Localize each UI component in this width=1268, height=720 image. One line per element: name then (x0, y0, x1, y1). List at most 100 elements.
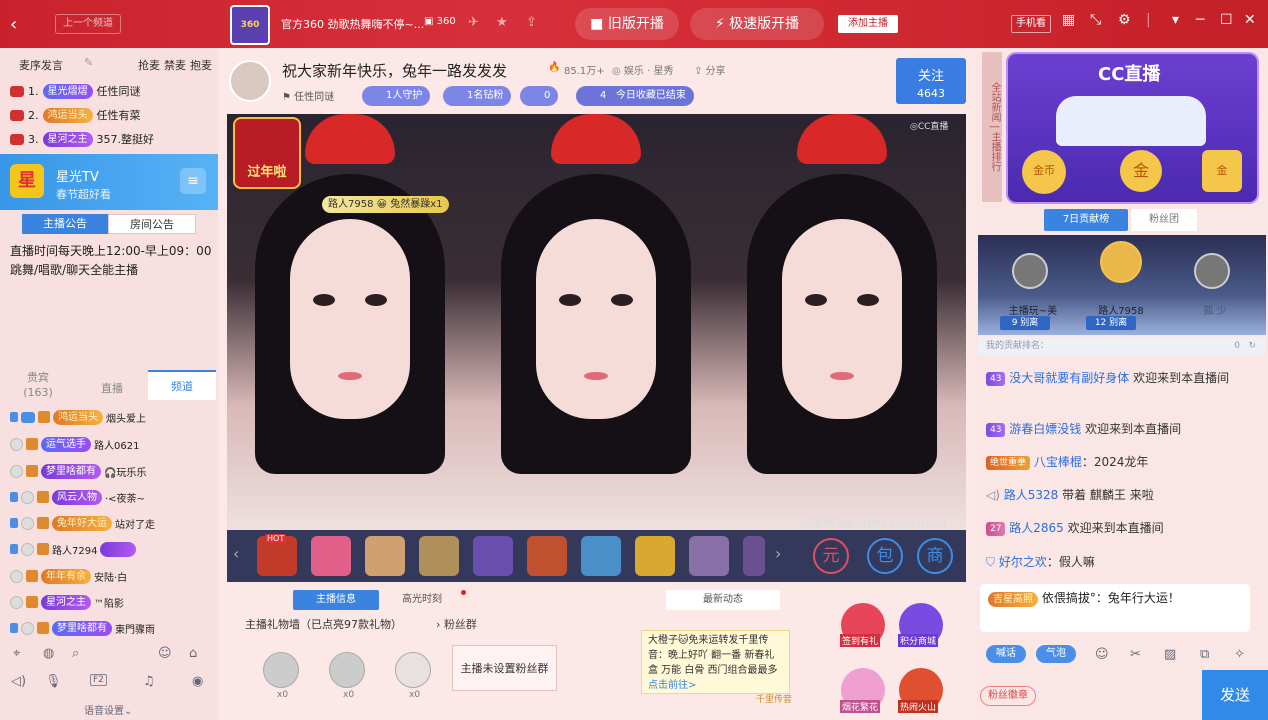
close-button[interactable]: ✕ (1244, 12, 1256, 28)
grab-mic-tab[interactable]: 抢麦 (138, 57, 160, 73)
send-button[interactable]: 发送 (1202, 670, 1268, 720)
viewer-row[interactable]: 鸿运当头 烟头爱上 (10, 406, 146, 428)
gift-item[interactable]: HOT (257, 534, 297, 576)
mic-rank-item[interactable]: 2. 鸿运当头 任性有菜 (10, 104, 141, 126)
voice-setting-button[interactable]: 语音设置⌄ (84, 702, 132, 717)
old-stream-button[interactable]: ■ 旧版开播 (575, 8, 679, 40)
news-link[interactable]: 点击前往> (648, 680, 696, 691)
shrink-icon[interactable]: ⤡ (1090, 12, 1101, 28)
mic-settings-icon[interactable]: ✎ (84, 56, 93, 69)
gift-item[interactable] (581, 536, 621, 576)
tab-channel[interactable]: 频道 (148, 370, 216, 400)
settings-icon[interactable]: ⚙ (1118, 12, 1131, 28)
ban-mic-tab[interactable]: 禁麦 (164, 57, 186, 73)
chat-message[interactable]: 43 游春白嫖没钱 欢迎来到本直播间 (986, 421, 1242, 438)
gift-item[interactable] (527, 536, 567, 576)
dropdown-icon[interactable]: ▾ (1172, 12, 1179, 28)
copy-icon[interactable]: ⧉ (1200, 647, 1209, 662)
f2-key-icon[interactable]: F2 (90, 674, 107, 686)
viewer-row[interactable]: 年年有余 安陆·白 (10, 565, 127, 587)
chat-message[interactable]: ⛉ 好尔之欢：假人嘛 (986, 554, 1242, 571)
gift-item[interactable] (689, 536, 729, 576)
speaker-icon[interactable]: ◁) (11, 674, 26, 689)
mic-order-tab[interactable]: 麦序发言 (19, 57, 63, 73)
image-icon[interactable]: ▨ (1164, 647, 1176, 662)
tab-vip[interactable]: 贵宾 (163) (18, 370, 58, 400)
tab-latest[interactable]: 最新动态 (666, 590, 780, 610)
back-icon[interactable]: ‹ (10, 14, 17, 35)
gift-wall-item[interactable] (395, 652, 431, 688)
bag-button[interactable]: 包 (867, 538, 903, 574)
rank1-avatar[interactable] (1100, 241, 1142, 283)
tab-7day-rank[interactable]: 7日贡献榜 (1044, 209, 1128, 231)
news-sidebar[interactable]: 全站新闻 | 主播排行 (982, 52, 1002, 202)
share-button[interactable]: ⇪ 分享 (694, 62, 726, 77)
next-gift-icon[interactable]: › (775, 544, 781, 563)
gift-wall-item[interactable] (263, 652, 299, 688)
viewer-row[interactable]: 梦里啥都有 東門骤雨 (10, 617, 155, 639)
fans-chip[interactable]: 0 (520, 86, 559, 106)
tab-highlight[interactable]: 高光时刻 (384, 590, 460, 610)
fast-stream-button[interactable]: ⚡ 极速版开播 (690, 8, 824, 40)
record-icon[interactable]: ◉ (192, 674, 203, 689)
mic-icon[interactable]: 🎙 (45, 674, 62, 689)
gift-item[interactable] (365, 536, 405, 576)
category-link[interactable]: ◎ 娱乐 · 星秀 (612, 62, 673, 77)
shop-button[interactable]: 商 (917, 538, 953, 574)
event-banner[interactable]: CC直播 金币 金 金 (1006, 52, 1259, 204)
viewer-row[interactable]: 风云人物 ·<夜荼~ (10, 486, 145, 508)
gift-item[interactable] (419, 536, 459, 576)
plane-icon[interactable]: ✈ (468, 15, 479, 30)
own-message[interactable]: 吉星高照 依偎搞拔°：兔年行大运！ (980, 584, 1250, 632)
prev-room-button[interactable]: 上一个频道 (55, 14, 121, 34)
tab-room-notice[interactable]: 房间公告 (108, 214, 196, 234)
promo-banner[interactable]: 星 星光TV 春节超好看 ≡ (0, 154, 218, 210)
gem-icon[interactable]: ✧ (1234, 647, 1245, 662)
chat-message[interactable]: 绝世重拳 八宝棒棍：2024龙年 (986, 454, 1242, 471)
tab-host-info[interactable]: 主播信息 (293, 590, 379, 610)
video-player[interactable] (227, 114, 966, 530)
gift-item[interactable] (743, 536, 765, 576)
rank2-avatar[interactable] (1012, 253, 1048, 289)
favorite-chip[interactable]: 4 今日收藏已结束 (576, 86, 694, 106)
add-host-button[interactable]: 添加主播 (838, 15, 898, 33)
search-icon[interactable]: ⌕ (72, 646, 79, 661)
share-icon[interactable]: ⇪ (526, 15, 537, 30)
viewer-row[interactable]: 路人7294 (10, 538, 137, 560)
grid-icon[interactable]: ▦ (1062, 12, 1075, 28)
globe-icon[interactable]: ◍ (43, 646, 54, 661)
minimize-button[interactable]: ─ (1196, 12, 1204, 28)
gift-item[interactable] (311, 536, 351, 576)
guard-chip[interactable]: 1人守护 (362, 86, 431, 106)
host-avatar[interactable] (229, 60, 271, 102)
mic-rank-item[interactable]: 3. 星河之主 357.整挺好 (10, 128, 154, 150)
viewer-row[interactable]: 运气选手 路人0621 (10, 433, 139, 455)
refresh-icon[interactable]: ↻ (1248, 337, 1256, 355)
music-icon[interactable]: ♫ (143, 674, 155, 689)
fan-badge-button[interactable]: 粉丝徽章 (980, 686, 1036, 706)
hold-mic-tab[interactable]: 抱麦 (190, 57, 212, 73)
scissors-icon[interactable]: ✂ (1130, 647, 1141, 662)
menu-icon[interactable]: ≡ (180, 168, 206, 194)
tab-live[interactable]: 直播 (92, 380, 132, 396)
emoji-icon[interactable]: ☺ (1095, 647, 1109, 662)
phone-view-button[interactable]: 手机看 (1011, 15, 1051, 33)
yuan-button[interactable]: 元 (813, 538, 849, 574)
prev-gift-icon[interactable]: ‹ (233, 544, 239, 563)
gift-item[interactable] (473, 536, 513, 576)
viewer-row[interactable]: 兔年好大运 站对了走 (10, 512, 155, 534)
maximize-button[interactable]: ☐ (1220, 12, 1233, 28)
rank3-avatar[interactable] (1194, 253, 1230, 289)
game-icon[interactable]: ☺ (158, 646, 172, 661)
gift-item[interactable] (635, 536, 675, 576)
tab-host-notice[interactable]: 主播公告 (22, 214, 108, 234)
location-icon[interactable]: ⌖ (13, 646, 20, 661)
viewer-row[interactable]: 梦里啥都有 🎧玩乐乐 (10, 460, 146, 482)
chat-message[interactable]: ◁) 路人5328 带着 麒麟王 来啦 (986, 487, 1242, 504)
star-icon[interactable]: ★ (496, 15, 508, 30)
home-icon[interactable]: ⌂ (189, 646, 197, 661)
viewer-row[interactable]: 星河之主 ™陷影 (10, 591, 124, 613)
diamond-fans-chip[interactable]: 1名钻粉 (443, 86, 512, 106)
chat-message[interactable]: 43 没大哥就要有副好身体 欢迎来到本直播间 (986, 370, 1242, 387)
follow-button[interactable]: 关注 4643 (896, 58, 966, 104)
